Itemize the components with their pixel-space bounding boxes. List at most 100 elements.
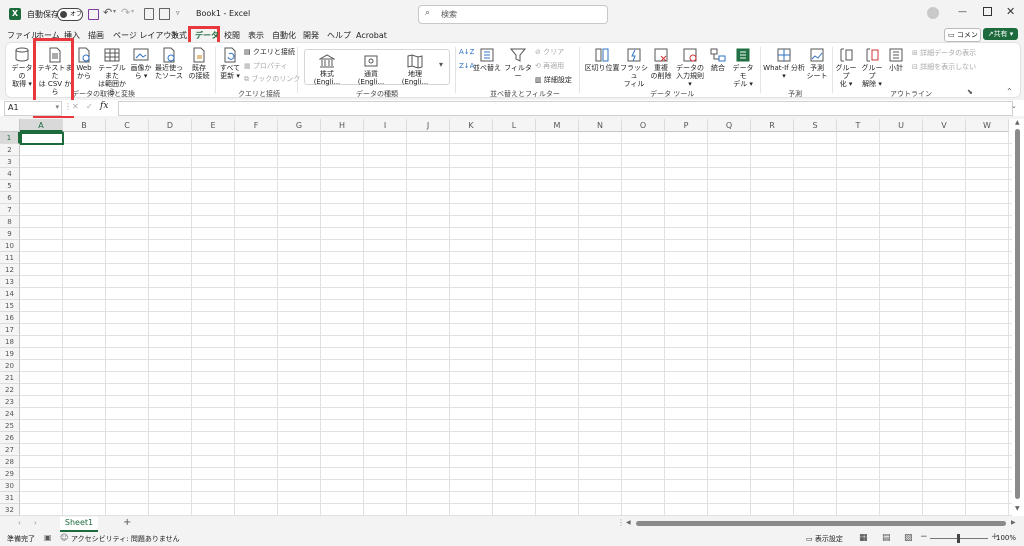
row-header-10[interactable]: 10 [0,240,20,252]
tab-developer[interactable]: 開発 [303,29,319,42]
flash-fill-button[interactable]: フラッシュ フィル [620,47,648,88]
row-header-11[interactable]: 11 [0,252,20,264]
filter-button[interactable]: フィルター [504,47,532,80]
stocks-button[interactable]: 株式 (Engli... [307,53,347,86]
formula-input[interactable] [118,101,1013,116]
reapply-button[interactable]: ⟲ 再適用 [535,61,564,71]
row-header-1[interactable]: 1 [0,132,20,144]
row-header-25[interactable]: 25 [0,420,20,432]
row-header-5[interactable]: 5 [0,180,20,192]
column-header-c[interactable]: C [106,119,149,132]
horizontal-scroll-thumb[interactable] [636,521,1006,526]
column-header-a[interactable]: A [20,119,63,132]
redo-dropdown-icon[interactable]: ▾ [131,8,134,15]
row-header-18[interactable]: 18 [0,336,20,348]
column-header-r[interactable]: R [751,119,794,132]
column-header-b[interactable]: B [63,119,106,132]
customize-qat-icon[interactable]: ▿ [176,9,180,17]
minimize-icon[interactable]: — [958,7,967,17]
row-header-31[interactable]: 31 [0,492,20,504]
collapse-ribbon-icon[interactable]: ⌃ [1006,87,1013,96]
column-header-i[interactable]: I [364,119,407,132]
recent-sources-button[interactable]: 最近使っ たソース [154,47,184,80]
column-header-q[interactable]: Q [708,119,751,132]
row-header-24[interactable]: 24 [0,408,20,420]
row-header-32[interactable]: 32 [0,504,20,516]
tab-view[interactable]: 表示 [248,29,264,42]
data-validation-button[interactable]: データの 入力規則 ▾ [674,47,706,88]
ungroup-button[interactable]: グループ 解除 ▾ [860,47,884,88]
column-header-f[interactable]: F [235,119,278,132]
existing-connections-button[interactable]: 既存 の接続 [187,47,211,80]
scroll-left-icon[interactable]: ◀ [626,519,631,526]
vertical-scroll-thumb[interactable] [1015,129,1020,499]
active-cell-a1[interactable] [20,132,64,145]
tab-draw[interactable]: 描画 [88,29,104,42]
redo-icon[interactable]: ↷ [121,6,130,19]
formula-bar-handle-icon[interactable]: ⋮ [64,102,72,111]
undo-dropdown-icon[interactable]: ▾ [113,8,116,15]
row-header-22[interactable]: 22 [0,384,20,396]
add-sheet-button[interactable]: + [123,517,131,528]
tab-formulas[interactable]: 数式 [171,29,187,42]
clear-filter-button[interactable]: ⊘ クリア [535,47,564,57]
row-header-15[interactable]: 15 [0,300,20,312]
geography-button[interactable]: 地理 (Engli... [395,53,435,86]
tab-data[interactable]: データ [195,29,219,42]
column-header-e[interactable]: E [192,119,235,132]
remove-duplicates-button[interactable]: 重複 の削除 [650,47,672,80]
column-header-v[interactable]: V [923,119,966,132]
show-detail-button[interactable]: ⊞ 詳細データの表示 [912,48,976,58]
row-header-29[interactable]: 29 [0,468,20,480]
row-header-30[interactable]: 30 [0,480,20,492]
page-break-view-icon[interactable]: ▧ [904,533,913,543]
row-header-8[interactable]: 8 [0,216,20,228]
expand-formula-icon[interactable]: ⌄ [1011,102,1017,110]
what-if-button[interactable]: What-If 分析 ▾ [763,47,805,80]
column-header-g[interactable]: G [278,119,321,132]
row-header-2[interactable]: 2 [0,144,20,156]
cells-area[interactable] [20,132,1012,516]
sheet-tab-sheet1[interactable]: Sheet1 [60,517,98,532]
accessibility-status[interactable]: アクセシビリティ: 問題ありません [71,534,180,544]
hide-detail-button[interactable]: ⊟ 詳細を表示しない [912,62,976,72]
properties-button[interactable]: ▦ プロパティ [244,61,287,71]
row-header-28[interactable]: 28 [0,456,20,468]
from-web-button[interactable]: Web から [74,47,94,80]
row-header-7[interactable]: 7 [0,204,20,216]
row-header-4[interactable]: 4 [0,168,20,180]
refresh-all-button[interactable]: すべて 更新 ▾ [218,47,242,80]
column-header-s[interactable]: S [794,119,837,132]
subtotal-button[interactable]: 小計 [886,47,906,72]
scroll-down-icon[interactable]: ▼ [1015,505,1020,512]
sort-button[interactable]: 並べ替え [473,47,501,72]
normal-view-icon[interactable]: ▦ [859,533,868,543]
maximize-icon[interactable] [983,7,992,16]
search-box[interactable]: ⌕ 検索 [418,5,608,24]
data-model-button[interactable]: データ モデル ▾ [729,47,757,88]
prev-sheet-icon[interactable]: ‹ [18,519,21,527]
row-header-13[interactable]: 13 [0,276,20,288]
accessibility-icon[interactable]: ☺ [60,533,68,542]
column-header-d[interactable]: D [149,119,192,132]
scroll-up-icon[interactable]: ▲ [1015,119,1020,126]
outline-launcher-icon[interactable]: ⬊ [967,88,973,96]
column-header-l[interactable]: L [493,119,536,132]
search-input[interactable]: 検索 [441,9,457,20]
row-header-26[interactable]: 26 [0,432,20,444]
column-header-t[interactable]: T [837,119,880,132]
row-header-23[interactable]: 23 [0,396,20,408]
macro-record-icon[interactable]: ▣ [44,533,52,542]
gallery-scroll-icon[interactable]: ▾ [439,60,443,69]
zoom-slider[interactable] [930,534,988,543]
column-header-n[interactable]: N [579,119,622,132]
row-header-20[interactable]: 20 [0,360,20,372]
advanced-filter-button[interactable]: ▥ 詳細設定 [535,75,572,85]
consolidate-button[interactable]: 統合 [709,47,727,72]
enter-icon[interactable]: ✓ [86,102,93,111]
row-header-3[interactable]: 3 [0,156,20,168]
close-icon[interactable]: ✕ [1006,5,1015,18]
workbook-links-button[interactable]: ⧉ ブックのリンク [244,74,300,84]
column-header-h[interactable]: H [321,119,364,132]
row-header-12[interactable]: 12 [0,264,20,276]
